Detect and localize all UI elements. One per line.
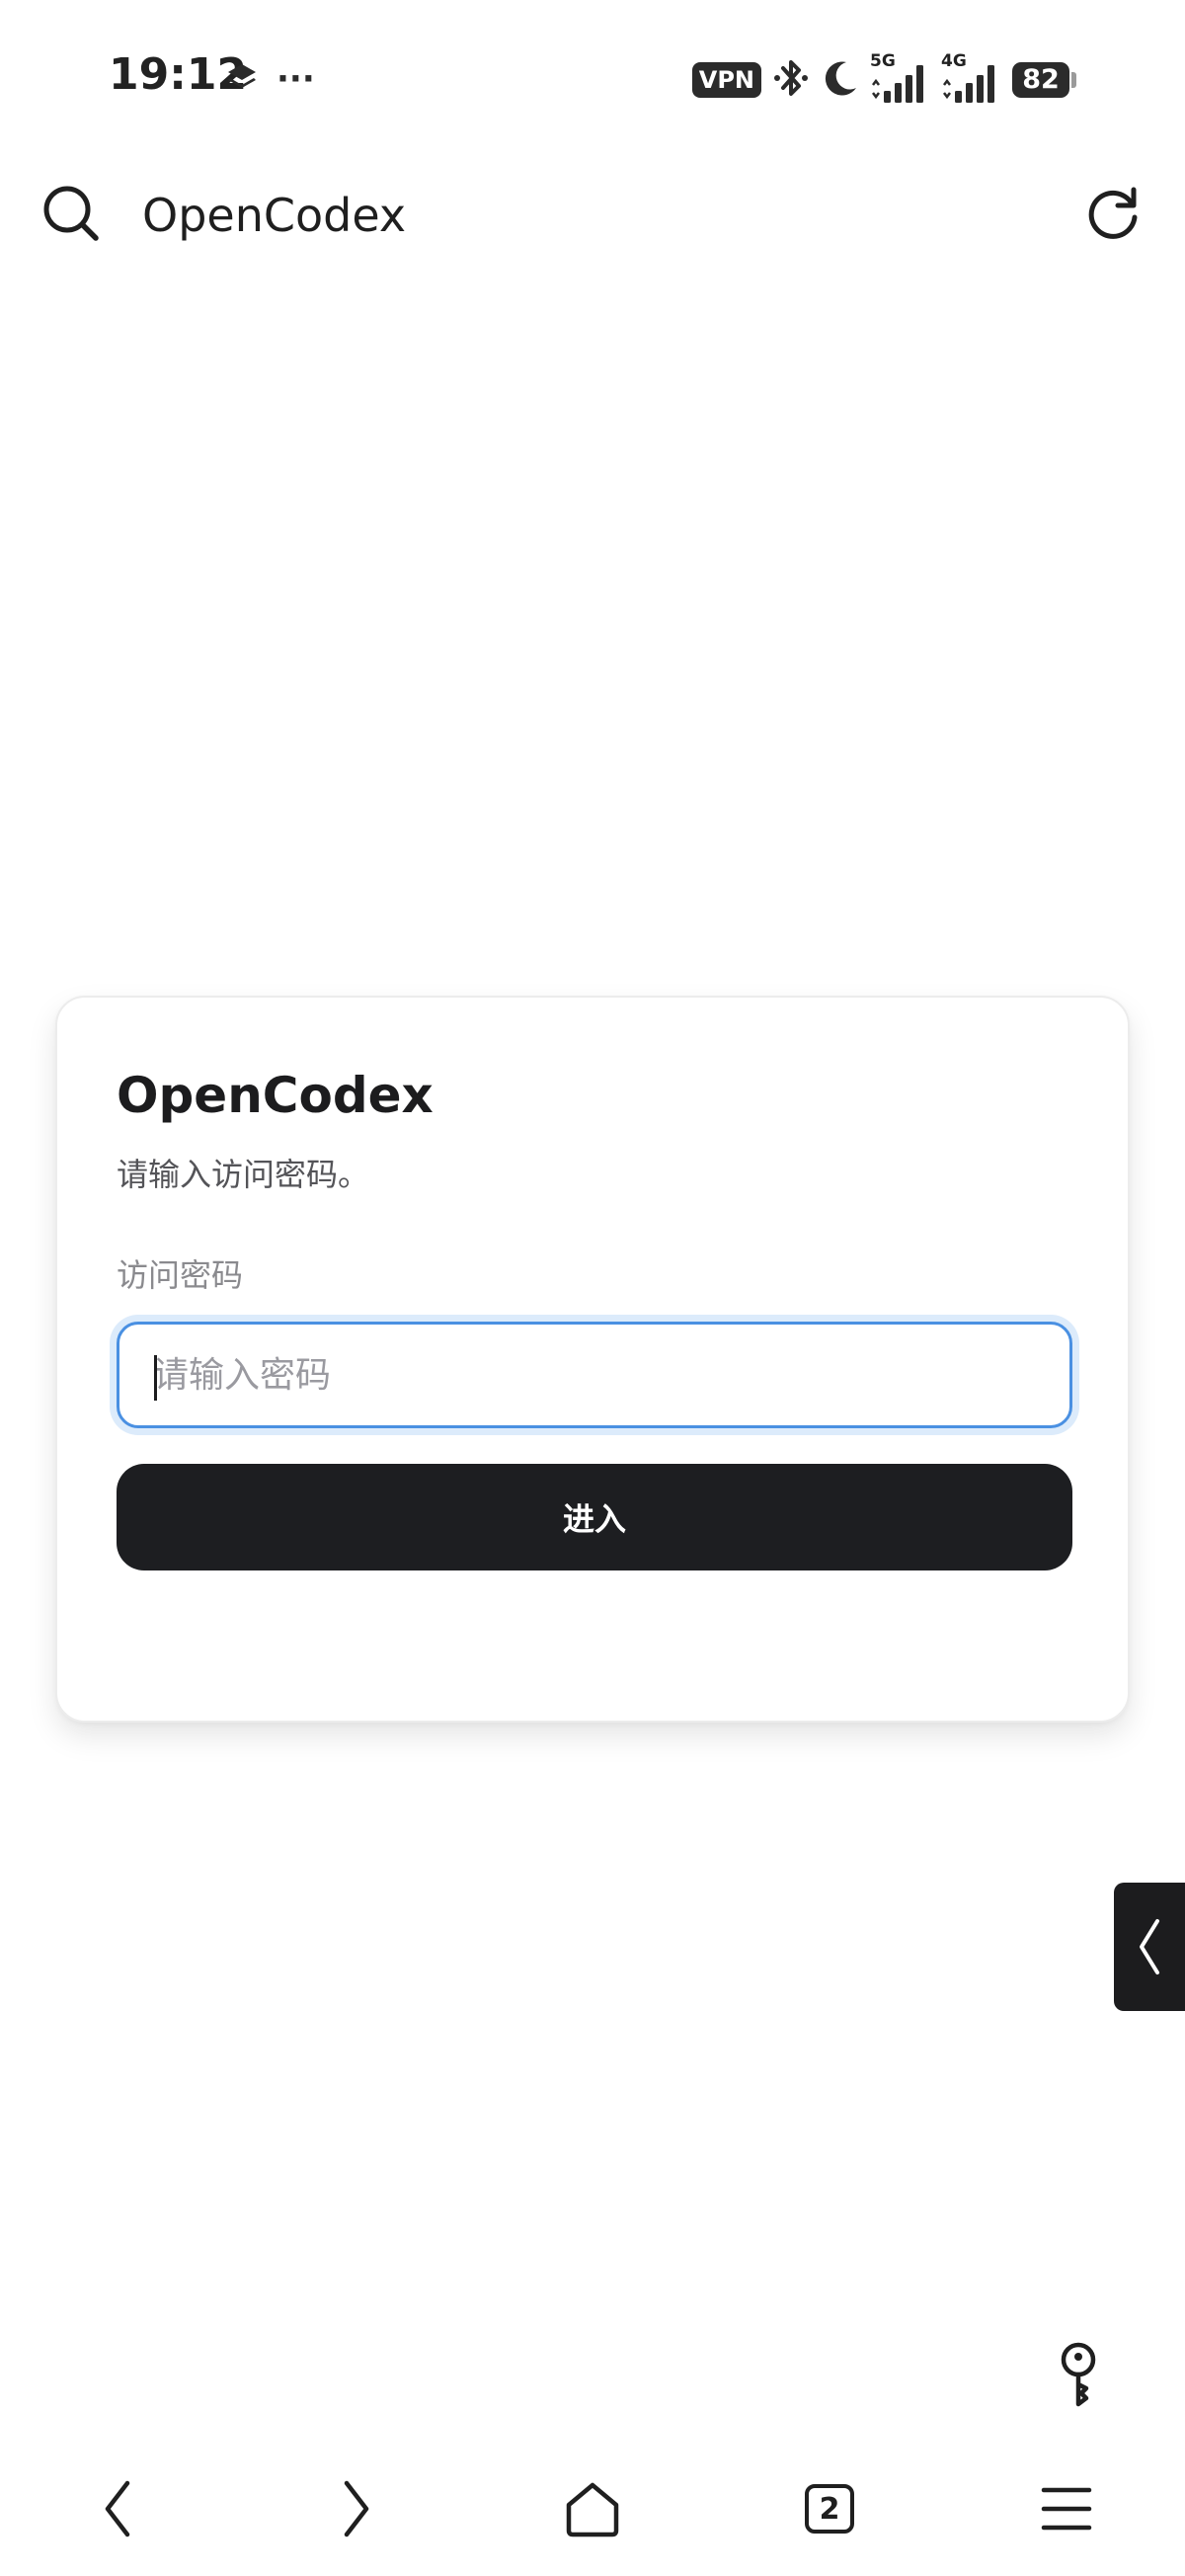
network-type-1: 5G [870, 51, 896, 71]
menu-button[interactable] [1025, 2467, 1108, 2550]
bluetooth-icon [771, 56, 811, 104]
search-icon[interactable] [40, 182, 103, 245]
menu-icon [1041, 2487, 1092, 2531]
refresh-icon[interactable] [1080, 182, 1146, 247]
layers-icon [225, 60, 259, 98]
battery-level: 82 [1012, 62, 1069, 98]
bottom-nav: 2 [0, 2450, 1185, 2568]
status-overflow: ··· [276, 59, 315, 99]
signal-icon-5g: 5G [870, 51, 931, 105]
enter-button[interactable]: 进入 [117, 1464, 1072, 1570]
status-left-icons: ··· [225, 57, 315, 101]
home-button[interactable] [551, 2467, 634, 2550]
login-card: OpenCodex 请输入访问密码。 访问密码 进入 [55, 996, 1130, 1723]
tabs-icon: 2 [805, 2484, 854, 2534]
vpn-icon: VPN [691, 62, 761, 98]
card-title: OpenCodex [117, 1067, 434, 1124]
moon-icon [821, 58, 860, 102]
text-caret [154, 1355, 157, 1401]
card-subtitle: 请输入访问密码。 [117, 1156, 370, 1193]
password-input[interactable] [117, 1322, 1072, 1428]
battery-tip [1071, 72, 1076, 88]
password-label: 访问密码 [117, 1256, 244, 1294]
status-bar: 19:12 ··· VPN 5G 4G 82 [0, 0, 1185, 158]
forward-button[interactable] [314, 2467, 397, 2550]
network-type-2: 4G [941, 51, 967, 71]
browser-address-bar[interactable]: OpenCodex [0, 168, 1185, 263]
chevron-left-icon [1140, 1919, 1159, 1974]
key-icon[interactable] [1051, 2341, 1106, 2410]
side-drawer-handle[interactable] [1114, 1883, 1185, 2011]
address-text[interactable]: OpenCodex [142, 188, 406, 243]
back-icon [105, 2480, 130, 2537]
back-button[interactable] [77, 2467, 160, 2550]
home-icon [566, 2482, 619, 2537]
forward-icon [344, 2480, 369, 2537]
status-right-icons: VPN 5G 4G 82 [691, 51, 1076, 105]
battery-icon: 82 [1012, 62, 1076, 98]
tabs-button[interactable]: 2 [788, 2467, 871, 2550]
signal-icon-4g: 4G [941, 51, 1002, 105]
